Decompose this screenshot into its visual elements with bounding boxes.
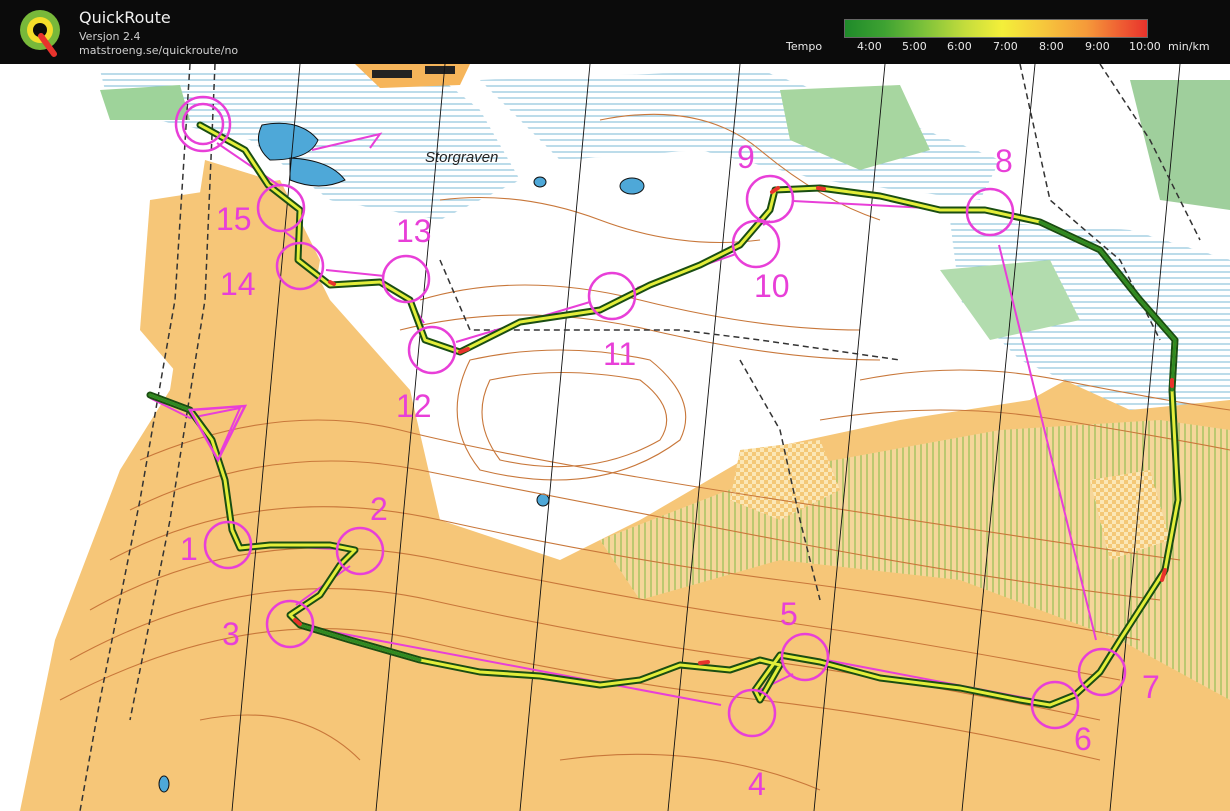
control-number-7: 7	[1142, 669, 1160, 705]
app-header: QuickRoute Versjon 2.4 matstroeng.se/qui…	[0, 0, 1230, 64]
app-title: QuickRoute	[79, 8, 171, 27]
tempo-color-scale	[844, 19, 1148, 38]
control-number-6: 6	[1074, 721, 1092, 757]
control-number-8: 8	[995, 143, 1013, 179]
control-number-10: 10	[754, 268, 790, 304]
pond	[536, 493, 550, 507]
control-number-11: 11	[603, 336, 636, 372]
tempo-tick: 9:00	[1085, 40, 1110, 53]
app-url: matstroeng.se/quickroute/no	[79, 44, 239, 57]
building	[425, 66, 455, 74]
tempo-tick: 5:00	[902, 40, 927, 53]
control-number-5: 5	[780, 596, 798, 632]
tempo-tick: 7:00	[993, 40, 1018, 53]
white-forest-center	[457, 370, 678, 500]
app-version: Versjon 2.4	[79, 30, 141, 43]
control-number-4: 4	[748, 766, 766, 802]
control-number-14: 14	[220, 266, 256, 302]
control-number-9: 9	[737, 139, 755, 175]
control-number-1: 1	[180, 531, 198, 567]
pond	[619, 177, 645, 195]
tempo-tick: 4:00	[857, 40, 882, 53]
place-name-label: Storgraven	[425, 149, 498, 166]
tempo-unit: min/km	[1168, 40, 1210, 53]
control-number-12: 12	[396, 388, 432, 424]
tempo-tick: 8:00	[1039, 40, 1064, 53]
tempo-tick: 6:00	[947, 40, 972, 53]
pond	[533, 176, 547, 188]
pond	[158, 775, 170, 793]
tempo-tick: 10:00	[1129, 40, 1161, 53]
quickroute-logo-icon	[20, 10, 60, 57]
tempo-label: Tempo	[786, 40, 823, 53]
control-number-2: 2	[370, 491, 388, 527]
orienteering-map[interactable]: Storgraven 1 2 3 4 5 6 7 8 9 10 11 12 13…	[0, 64, 1230, 811]
control-number-13: 13	[396, 213, 432, 249]
control-number-15: 15	[216, 201, 252, 237]
control-number-3: 3	[222, 616, 240, 652]
building	[372, 70, 412, 78]
